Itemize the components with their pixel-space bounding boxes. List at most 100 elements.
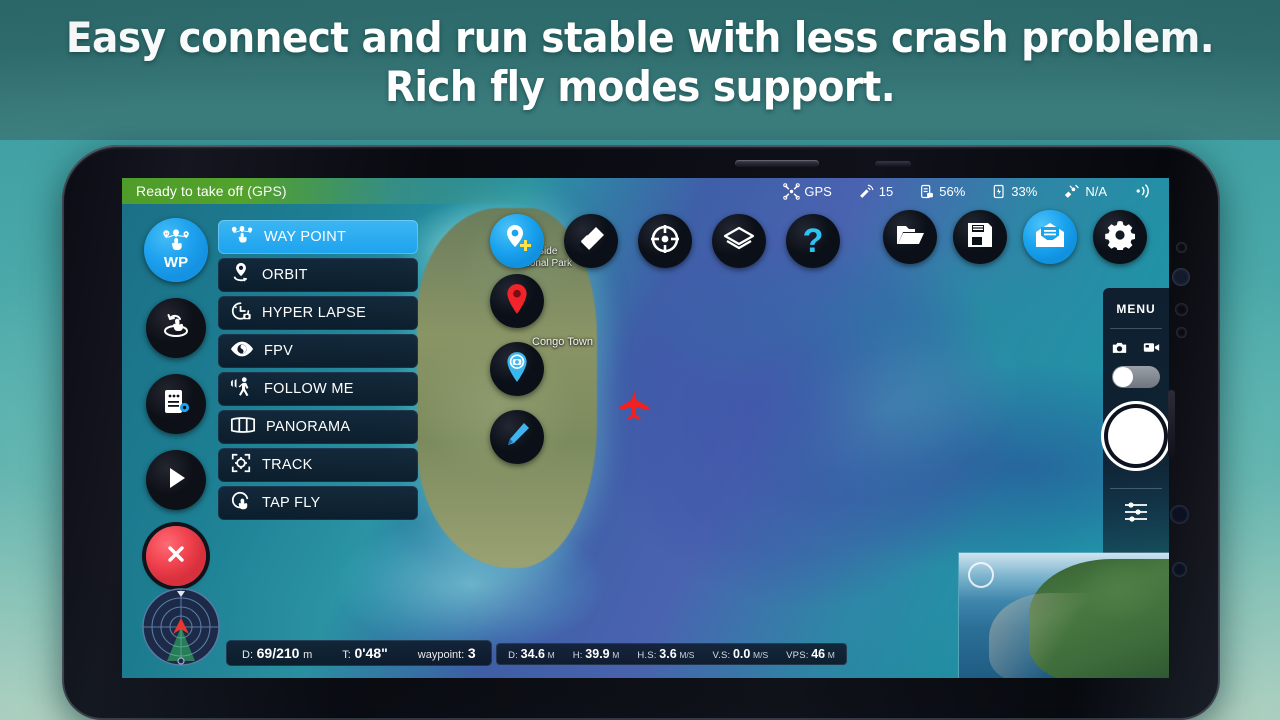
- fly-mode-tap-fly-label: TAP FLY: [262, 495, 321, 511]
- home-point-button[interactable]: [490, 274, 544, 328]
- telemetry-d-value: 34.6: [520, 647, 546, 661]
- telemetry-vps: VPS: 46 M: [786, 647, 835, 661]
- indicator-satellite-signal[interactable]: N/A: [1063, 183, 1107, 200]
- play-icon: [163, 465, 189, 496]
- svg-text:H: H: [165, 231, 168, 236]
- sidebar-item-cancel-mission[interactable]: [146, 526, 206, 586]
- indicator-satellites[interactable]: 15: [858, 183, 893, 200]
- panorama-icon: [230, 416, 256, 439]
- photo-waypoint-button[interactable]: [490, 342, 544, 396]
- envelope-icon: [1035, 222, 1065, 253]
- telemetry-time-key: T:: [342, 649, 351, 661]
- telemetry-h-key: H:: [572, 650, 583, 661]
- fly-mode-way-point[interactable]: WAY POINT: [218, 220, 418, 254]
- headline-line-1: Easy connect and run stable with less cr…: [65, 13, 1215, 62]
- eraser-icon: [576, 224, 606, 259]
- satellite-dish-icon: [858, 183, 875, 200]
- map-layers-button[interactable]: [712, 214, 766, 268]
- crosshair-icon: [649, 223, 681, 260]
- fly-mode-fpv[interactable]: FPV: [218, 334, 418, 368]
- indicator-gps-value: GPS: [804, 183, 832, 199]
- folder-icon: [895, 222, 925, 253]
- telemetry-vs-unit: M/S: [753, 650, 769, 660]
- sidebar-item-start-mission[interactable]: [146, 450, 206, 510]
- gear-icon: [1105, 220, 1135, 255]
- indicator-aircraft-battery[interactable]: 33%: [991, 183, 1037, 200]
- pin-plus-icon: [501, 223, 533, 260]
- side-sensor-dot-1: [1176, 242, 1187, 253]
- fly-mode-hyper-lapse[interactable]: HYPER LAPSE: [218, 296, 418, 330]
- open-mission-button[interactable]: [883, 210, 937, 264]
- telemetry-d-unit: M: [547, 650, 555, 660]
- side-sensor-dot-4: [1176, 327, 1187, 338]
- indicator-signal-strength[interactable]: [1133, 183, 1157, 199]
- flight-status-label: Ready to take off: [136, 183, 244, 199]
- flight-status-text: Ready to take off (GPS): [136, 183, 287, 199]
- phone-screen: West Side National Park Congo Town Ready…: [122, 178, 1169, 678]
- fly-mode-track-label: TRACK: [262, 457, 313, 473]
- telemetry-vs-value: 0.0: [732, 647, 751, 661]
- sliders-icon[interactable]: [1123, 501, 1149, 528]
- map-tool-column: [490, 274, 544, 464]
- telemetry-time-value: 0'48": [354, 645, 388, 661]
- aircraft-battery-icon: [991, 183, 1007, 200]
- erase-button[interactable]: [564, 214, 618, 268]
- fly-mode-way-point-label: WAY POINT: [264, 229, 347, 245]
- indicator-remote-battery[interactable]: 56%: [919, 183, 965, 200]
- telemetry-distance-key: D:: [242, 649, 253, 661]
- sidebar-item-mission-settings[interactable]: [146, 374, 206, 434]
- satellite-signal-icon: [1063, 183, 1081, 200]
- earpiece-speaker: [735, 160, 819, 167]
- camera-icon[interactable]: [1112, 341, 1127, 359]
- left-rail: H WP: [144, 218, 210, 602]
- shutter-button[interactable]: [1108, 408, 1164, 464]
- photo-video-toggle[interactable]: [1112, 366, 1160, 388]
- help-button[interactable]: ?: [786, 214, 840, 268]
- camera-panel-divider-bottom: [1110, 488, 1162, 489]
- right-toolbar: [883, 210, 1147, 264]
- telemetry-hs-key: H.S:: [637, 650, 657, 661]
- add-waypoint-button[interactable]: [490, 214, 544, 268]
- save-mission-button[interactable]: [953, 210, 1007, 264]
- indicator-aircraft-battery-value: 33%: [1011, 183, 1038, 199]
- sidebar-item-orbit-drag[interactable]: [146, 298, 206, 358]
- telemetry-time: T: 0'48": [342, 645, 388, 661]
- fly-mode-follow-me[interactable]: FOLLOW ME: [218, 372, 418, 406]
- side-power-button[interactable]: [1168, 390, 1175, 458]
- signal-strength-icon: [1133, 183, 1153, 199]
- fly-mode-track[interactable]: TRACK: [218, 448, 418, 482]
- pencil-icon: [502, 420, 532, 455]
- orbit-icon: [230, 262, 252, 289]
- indicator-gps[interactable]: GPS: [783, 182, 832, 200]
- messages-button[interactable]: [1023, 210, 1077, 264]
- telemetry-waypoint-value: 3: [467, 645, 476, 661]
- camera-menu-label[interactable]: MENU: [1116, 302, 1155, 316]
- tap-hand-icon: [230, 490, 252, 517]
- telemetry-distance-value: 69/210: [256, 645, 300, 661]
- fly-mode-orbit[interactable]: ORBIT: [218, 258, 418, 292]
- settings-button[interactable]: [1093, 210, 1147, 264]
- live-preview-thumbnail[interactable]: [959, 553, 1169, 678]
- drone-gps-icon: [783, 182, 801, 200]
- rear-camera-lens-2: [1172, 562, 1187, 577]
- fly-mode-tap-fly[interactable]: TAP FLY: [218, 486, 418, 520]
- radar-attitude-icon[interactable]: [140, 586, 222, 668]
- indicator-satellite-signal-value: N/A: [1085, 183, 1107, 199]
- video-camera-icon[interactable]: [1143, 341, 1160, 359]
- sidebar-item-waypoint-mode[interactable]: H WP: [144, 218, 208, 282]
- status-bar-indicators: GPS 15 56% 33% N/A: [757, 178, 1169, 204]
- camera-pin-icon: [503, 351, 531, 388]
- headline-line-2: Rich fly modes support.: [384, 61, 896, 111]
- fly-mode-panorama[interactable]: PANORAMA: [218, 410, 418, 444]
- person-walk-icon: [230, 376, 254, 403]
- telemetry-secondary-row: D: 34.6 M H: 39.9 M H.S: 3.6 M/S V.S: 0.…: [496, 643, 847, 665]
- pip-badge-icon: [968, 562, 994, 588]
- telemetry-primary-row: D: 69/210 m T: 0'48" waypoint: 3: [226, 640, 492, 666]
- edit-route-button[interactable]: [490, 410, 544, 464]
- center-target-button[interactable]: [638, 214, 692, 268]
- telemetry-waypoint-key: waypoint:: [417, 649, 465, 661]
- camera-panel-divider-top: [1110, 328, 1162, 329]
- red-pin-icon: [503, 283, 531, 320]
- promo-headline: Easy connect and run stable with less cr…: [0, 13, 1280, 111]
- side-sensor-dot-3: [1175, 303, 1188, 316]
